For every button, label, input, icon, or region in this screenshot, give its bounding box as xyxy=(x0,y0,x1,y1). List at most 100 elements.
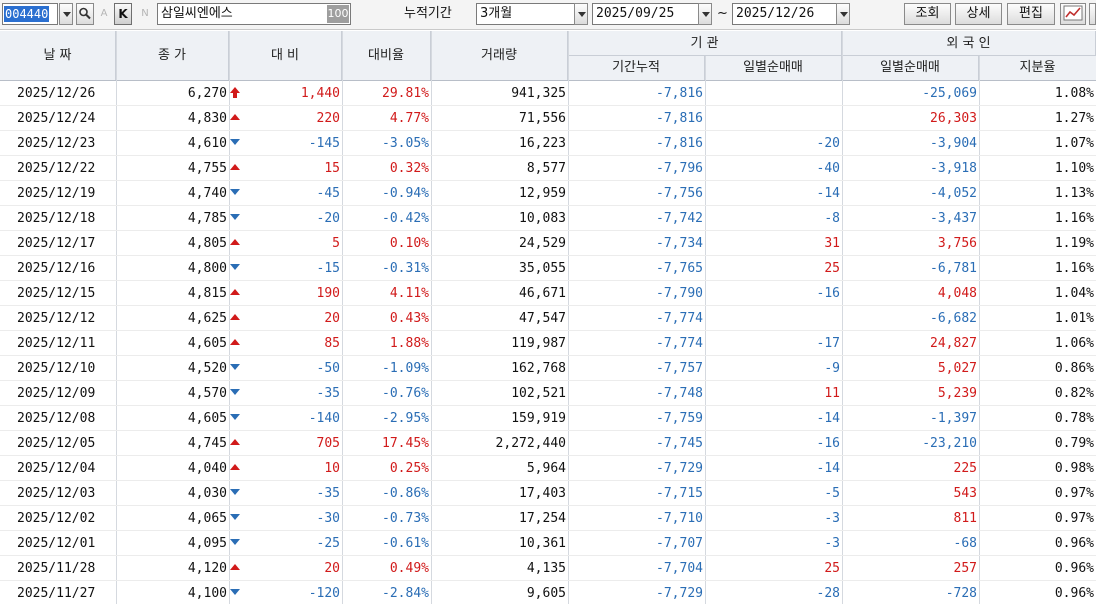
cell-inst-cumulative: -7,756 xyxy=(656,186,703,201)
cell-rate: -0.73% xyxy=(382,511,429,526)
header-close[interactable]: 종 가 xyxy=(116,31,229,80)
cell-foreign-ratio: 1.06% xyxy=(1054,336,1094,351)
cell-foreign-ratio: 0.97% xyxy=(1054,486,1094,501)
table-row[interactable]: 2025/12/04 4,040 10 0.25% 5,964 -7,729 -14 225 0… xyxy=(0,456,1096,481)
header-institution: 기 관 xyxy=(568,31,842,56)
table-row[interactable]: 2025/12/10 4,520 -50 -1.09% 162,768 -7,757 -9 5… xyxy=(0,356,1096,381)
cell-close: 4,805 xyxy=(187,236,227,251)
table-row[interactable]: 2025/12/01 4,095 -25 -0.61% 10,361 -7,707 -3 -6… xyxy=(0,531,1096,556)
cell-foreign-daily: -25,069 xyxy=(922,86,977,101)
cell-foreign-ratio: 0.96% xyxy=(1054,536,1094,551)
header-rate[interactable]: 대비율 xyxy=(342,31,431,80)
period-select[interactable]: 3개월 xyxy=(476,3,575,25)
header-change[interactable]: 대 비 xyxy=(229,31,342,80)
header-volume[interactable]: 거래량 xyxy=(431,31,568,80)
header-foreign-daily[interactable]: 일별순매매 xyxy=(842,56,979,80)
cell-foreign-daily: 26,303 xyxy=(930,111,977,126)
cell-inst-daily: -17 xyxy=(816,336,840,351)
cell-date: 2025/12/08 xyxy=(17,411,96,426)
header-inst-daily[interactable]: 일별순매매 xyxy=(705,56,842,80)
cell-change: -45 xyxy=(316,186,340,201)
table-row[interactable]: 2025/12/19 4,740 -45 -0.94% 12,959 -7,756 -14 -… xyxy=(0,181,1096,206)
up-triangle-icon xyxy=(230,564,240,570)
table-row[interactable]: 2025/12/05 4,745 705 17.45% 2,272,440 -7,745 -… xyxy=(0,431,1096,456)
table-row[interactable]: 2025/12/16 4,800 -15 -0.31% 35,055 -7,765 25 -6… xyxy=(0,256,1096,281)
start-date-calendar-button[interactable] xyxy=(698,3,712,25)
search-button[interactable] xyxy=(76,3,94,25)
cell-foreign-ratio: 0.96% xyxy=(1054,586,1094,601)
cell-inst-cumulative: -7,707 xyxy=(656,536,703,551)
table-row[interactable]: 2025/12/09 4,570 -35 -0.76% 102,521 -7,748 11 5… xyxy=(0,381,1096,406)
down-triangle-icon xyxy=(230,514,240,520)
query-button[interactable]: 조회 xyxy=(904,3,951,25)
cell-close: 4,605 xyxy=(187,411,227,426)
cell-foreign-ratio: 0.82% xyxy=(1054,386,1094,401)
cell-inst-cumulative: -7,729 xyxy=(656,461,703,476)
cell-foreign-daily: 225 xyxy=(953,461,977,476)
header-foreign: 외 국 인 xyxy=(842,31,1096,56)
cell-close: 4,065 xyxy=(187,511,227,526)
header-foreign-ratio[interactable]: 지분율 xyxy=(979,56,1096,80)
stock-code-input[interactable]: 004440 xyxy=(2,3,58,25)
cell-rate: 17.45% xyxy=(382,436,429,451)
table-row[interactable]: 2025/12/22 4,755 15 0.32% 8,577 -7,796 -40 -3,9… xyxy=(0,156,1096,181)
table-row[interactable]: 2025/12/18 4,785 -20 -0.42% 10,083 -7,742 -8 -3… xyxy=(0,206,1096,231)
cell-change: -120 xyxy=(308,586,340,601)
start-date-field[interactable]: 2025/09/25 xyxy=(592,3,699,25)
table-row[interactable]: 2025/12/26 6,270 1,440 29.81% 941,325 -7,816 -… xyxy=(0,81,1096,106)
end-date-field[interactable]: 2025/12/26 xyxy=(732,3,837,25)
stock-code-value: 004440 xyxy=(4,6,50,22)
cell-foreign-daily: 5,239 xyxy=(937,386,977,401)
cell-volume: 47,547 xyxy=(519,311,566,326)
cell-change: 15 xyxy=(324,161,340,176)
market-k-button[interactable]: K xyxy=(114,3,132,25)
table-row[interactable]: 2025/12/15 4,815 190 4.11% 46,671 -7,790 -16 4,… xyxy=(0,281,1096,306)
cell-inst-daily: -16 xyxy=(816,436,840,451)
cell-foreign-daily: -68 xyxy=(953,536,977,551)
period-dropdown-button[interactable] xyxy=(574,3,588,25)
table-row[interactable]: 2025/12/17 4,805 5 0.10% 24,529 -7,734 31 3,756… xyxy=(0,231,1096,256)
cell-inst-cumulative: -7,816 xyxy=(656,111,703,126)
cell-change: -25 xyxy=(316,536,340,551)
table-row[interactable]: 2025/12/24 4,830 220 4.77% 71,556 -7,816 26,30… xyxy=(0,106,1096,131)
table-row[interactable]: 2025/12/11 4,605 85 1.88% 119,987 -7,774 -17 24… xyxy=(0,331,1096,356)
table-row[interactable]: 2025/11/28 4,120 20 0.49% 4,135 -7,704 25 257 0.… xyxy=(0,556,1096,581)
table-row[interactable]: 2025/12/12 4,625 20 0.43% 47,547 -7,774 -6,682… xyxy=(0,306,1096,331)
cell-inst-cumulative: -7,816 xyxy=(656,86,703,101)
cell-foreign-ratio: 1.10% xyxy=(1054,161,1094,176)
overflow-button[interactable] xyxy=(1089,3,1096,25)
cell-rate: 0.43% xyxy=(389,311,429,326)
cell-volume: 12,959 xyxy=(519,186,566,201)
table-row[interactable]: 2025/12/08 4,605 -140 -2.95% 159,919 -7,759 -1… xyxy=(0,406,1096,431)
cell-foreign-ratio: 1.16% xyxy=(1054,261,1094,276)
cell-inst-cumulative: -7,745 xyxy=(656,436,703,451)
table-row[interactable]: 2025/12/02 4,065 -30 -0.73% 17,254 -7,710 -3 81… xyxy=(0,506,1096,531)
code-dropdown-button[interactable] xyxy=(59,3,73,25)
end-date-calendar-button[interactable] xyxy=(836,3,850,25)
up-triangle-icon xyxy=(230,464,240,470)
chart-button[interactable] xyxy=(1060,3,1086,25)
up-triangle-icon xyxy=(230,239,240,245)
cell-volume: 17,403 xyxy=(519,486,566,501)
cell-foreign-ratio: 1.07% xyxy=(1054,136,1094,151)
cell-foreign-ratio: 0.96% xyxy=(1054,561,1094,576)
header-inst-cumulative[interactable]: 기간누적 xyxy=(568,56,705,80)
cell-foreign-daily: -6,682 xyxy=(930,311,977,326)
market-n-tag[interactable]: N xyxy=(138,5,152,23)
market-a-tag[interactable]: A xyxy=(97,5,111,23)
cell-inst-cumulative: -7,742 xyxy=(656,211,703,226)
header-date[interactable]: 날 짜 xyxy=(0,31,116,80)
cell-inst-cumulative: -7,774 xyxy=(656,311,703,326)
table-row[interactable]: 2025/12/23 4,610 -145 -3.05% 16,223 -7,816 -20… xyxy=(0,131,1096,156)
cell-volume: 5,964 xyxy=(526,461,566,476)
edit-button[interactable]: 편집 xyxy=(1007,3,1055,25)
cell-inst-daily: -14 xyxy=(816,411,840,426)
table-row[interactable]: 2025/11/27 4,100 -120 -2.84% 9,605 -7,729 -28 -… xyxy=(0,581,1096,604)
cell-inst-cumulative: -7,796 xyxy=(656,161,703,176)
detail-button[interactable]: 상세 xyxy=(955,3,1002,25)
stock-name-field[interactable]: 삼일씨엔에스 100 xyxy=(157,3,351,25)
cell-date: 2025/12/02 xyxy=(17,511,96,526)
cell-date: 2025/11/28 xyxy=(17,561,96,576)
table-row[interactable]: 2025/12/03 4,030 -35 -0.86% 17,403 -7,715 -5 54… xyxy=(0,481,1096,506)
table-body: 2025/12/26 6,270 1,440 29.81% 941,325 -7,816 -… xyxy=(0,81,1096,604)
